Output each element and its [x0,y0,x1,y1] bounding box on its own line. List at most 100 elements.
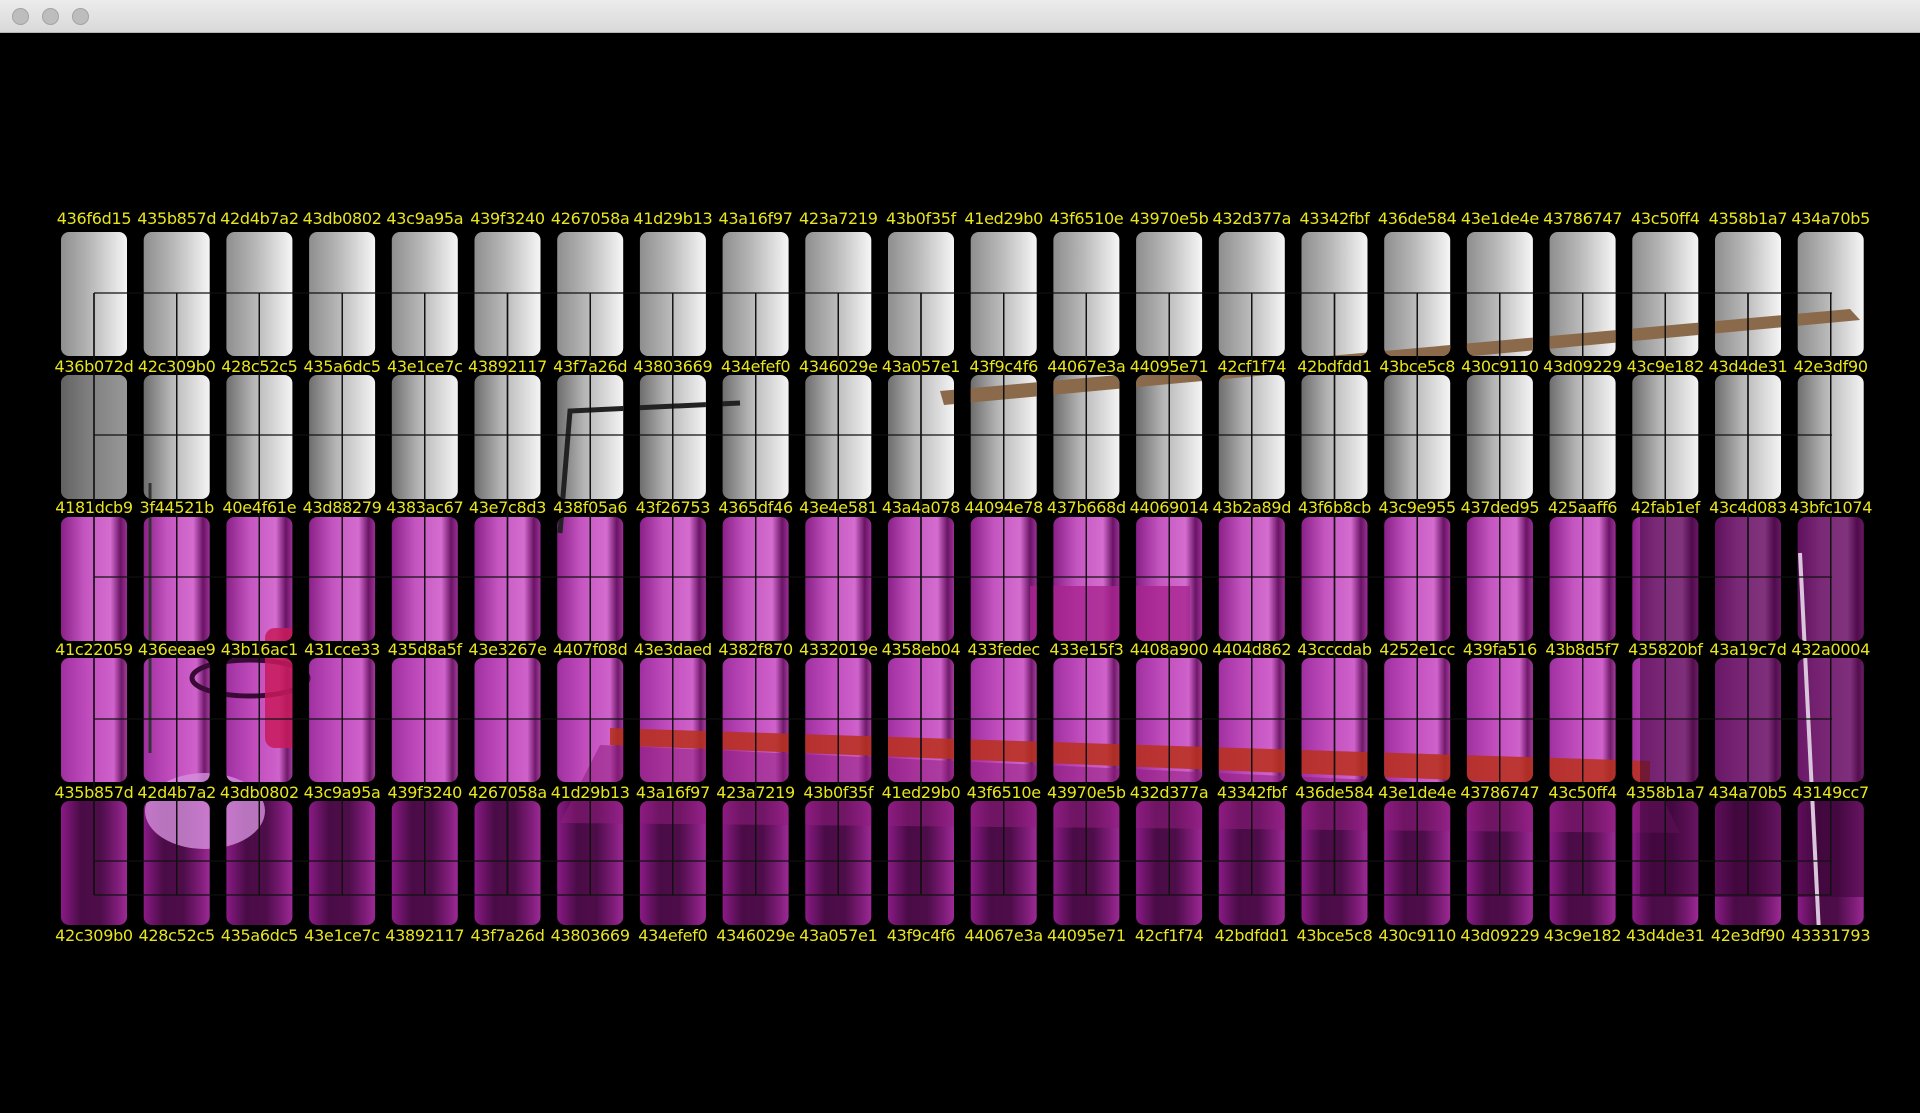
hex-label: 43c9e955 [1378,499,1457,517]
minimize-button[interactable] [42,8,59,25]
hex-label: 4346029e [716,927,795,945]
hex-label: 439f3240 [387,784,463,802]
hex-label: 436de584 [1377,210,1457,228]
hex-label: 435a6dc5 [303,358,381,376]
hex-label: 43970e5b [1129,210,1209,228]
hex-label: 435820bf [1628,641,1703,659]
hex-label: 4252e1cc [1379,641,1456,659]
hex-label: 42d4b7a2 [137,784,216,802]
render-canvas[interactable]: 436f6d15 435b857d 42d4b7a2 43db0802 43c9a95a… [0,33,1920,1113]
hex-label: 43e1de4e [1378,784,1457,802]
hex-label: 43e1ce7c [304,927,380,945]
hex-label: 43c50ff4 [1631,210,1700,228]
hex-label: 43803669 [633,358,713,376]
hex-label-row: 435b857d 42d4b7a2 43db0802 43c9a95a 439f3240… [0,784,1920,802]
hex-label: 4365df46 [718,499,793,517]
hex-label: 43a057e1 [799,927,878,945]
hex-label: 44067e3a [964,927,1044,945]
hex-label-row: 41c22059 436eeae9 43b16ac1 431cce33 435d8a5f… [0,641,1920,659]
hex-label: 43892117 [385,927,465,945]
hex-label: 43342fbf [1299,210,1370,228]
hex-label: 43a19c7d [1709,641,1787,659]
zoom-button[interactable] [72,8,89,25]
hex-label: 43e3daed [633,641,712,659]
hex-label: 43bce5c8 [1379,358,1456,376]
hex-label: 41ed29b0 [881,784,961,802]
hex-label: 43c9a95a [303,784,381,802]
hex-label: 43892117 [467,358,548,376]
hex-label: 435a6dc5 [220,927,299,945]
hex-label: 436b072d [54,358,134,376]
hex-label: 43f9c4f6 [969,358,1038,376]
hex-label: 43f9c4f6 [886,927,956,945]
close-button[interactable] [12,8,29,25]
hex-label: 42e3df90 [1710,927,1786,945]
hex-label: 43e4e581 [799,499,878,517]
hex-label: 436eeae9 [137,641,216,659]
hex-label: 439f3240 [470,210,545,228]
hex-label: 432d377a [1129,784,1209,802]
hex-label-row: 4181dcb9 3f44521b 40e4f61e 43d88279 4383ac67… [0,499,1920,517]
dark-corner [61,375,140,517]
hex-label: 44069014 [1129,499,1209,517]
hex-label: 428c52c5 [221,358,298,376]
hex-label: 434efef0 [638,927,708,945]
hex-label: 42c309b0 [55,927,133,945]
hex-label: 43db0802 [302,210,382,228]
hex-label: 4358eb04 [881,641,961,659]
hex-label: 43a057e1 [881,358,961,376]
hex-label: 43a16f97 [635,784,710,802]
hex-label: 43970e5b [1047,784,1126,802]
hex-label: 425aaff6 [1547,499,1618,517]
hex-label: 4358b1a7 [1625,784,1705,802]
hex-label: 41c22059 [55,641,133,659]
hex-label: 423a7219 [716,784,795,802]
hex-label: 438f05a6 [553,499,628,517]
hex-label: 42e3df90 [1793,358,1868,376]
hex-label: 43e7c8d3 [468,499,547,517]
hex-label: 43149cc7 [1792,784,1870,802]
hex-label: 42fab1ef [1630,499,1701,517]
hex-label: 41d29b13 [633,210,713,228]
hex-label: 43d88279 [302,499,382,517]
hex-label: 43f26753 [635,499,711,517]
hex-label: 42cf1f74 [1134,927,1204,945]
hex-label: 43c9a95a [386,210,464,228]
hex-label: 43d4de31 [1708,358,1788,376]
hex-label: 43d09229 [1460,927,1540,945]
hex-label: 434a70b5 [1708,784,1788,802]
hex-label: 43803669 [550,927,630,945]
hex-label: 434a70b5 [1791,210,1870,228]
hex-label: 428c52c5 [138,927,216,945]
hex-label: 432a0004 [1791,641,1871,659]
hex-label: 44095e71 [1047,927,1126,945]
hex-label: 4346029e [798,358,878,376]
hex-label: 42cf1f74 [1217,358,1287,376]
hex-label: 4267058a [468,784,547,802]
hex-label: 43e3267e [468,641,547,659]
hex-label: 43cccdab [1297,641,1372,659]
hex-label: 4181dcb9 [55,499,133,517]
hex-label: 43f7a26d [553,358,628,376]
hex-label: 43a16f97 [718,210,793,228]
hex-label: 43bce5c8 [1296,927,1373,945]
hex-label: 41d29b13 [550,784,630,802]
hex-label: 4404d862 [1212,641,1292,659]
hex-label: 4383ac67 [386,499,464,517]
hex-label: 43b0f35f [803,784,874,802]
hex-label: 43c9e182 [1543,927,1622,945]
hex-label: 43db0802 [219,784,299,802]
hex-label: 43b0f35f [886,210,956,228]
hex-label: 43786747 [1460,784,1540,802]
hex-label: 43331793 [1791,927,1871,945]
hex-label: 43b2a89d [1212,499,1292,517]
hex-label: 43c50ff4 [1548,784,1617,802]
hex-label: 43786747 [1543,210,1623,228]
hex-label: 430c9110 [1378,927,1457,945]
hex-label: 43c9e182 [1626,358,1705,376]
window-titlebar[interactable] [0,0,1920,33]
hex-label: 4332019e [798,641,878,659]
hex-label: 434efef0 [720,358,791,376]
hex-label: 44095e71 [1129,358,1209,376]
hex-label: 43a4a078 [881,499,961,517]
